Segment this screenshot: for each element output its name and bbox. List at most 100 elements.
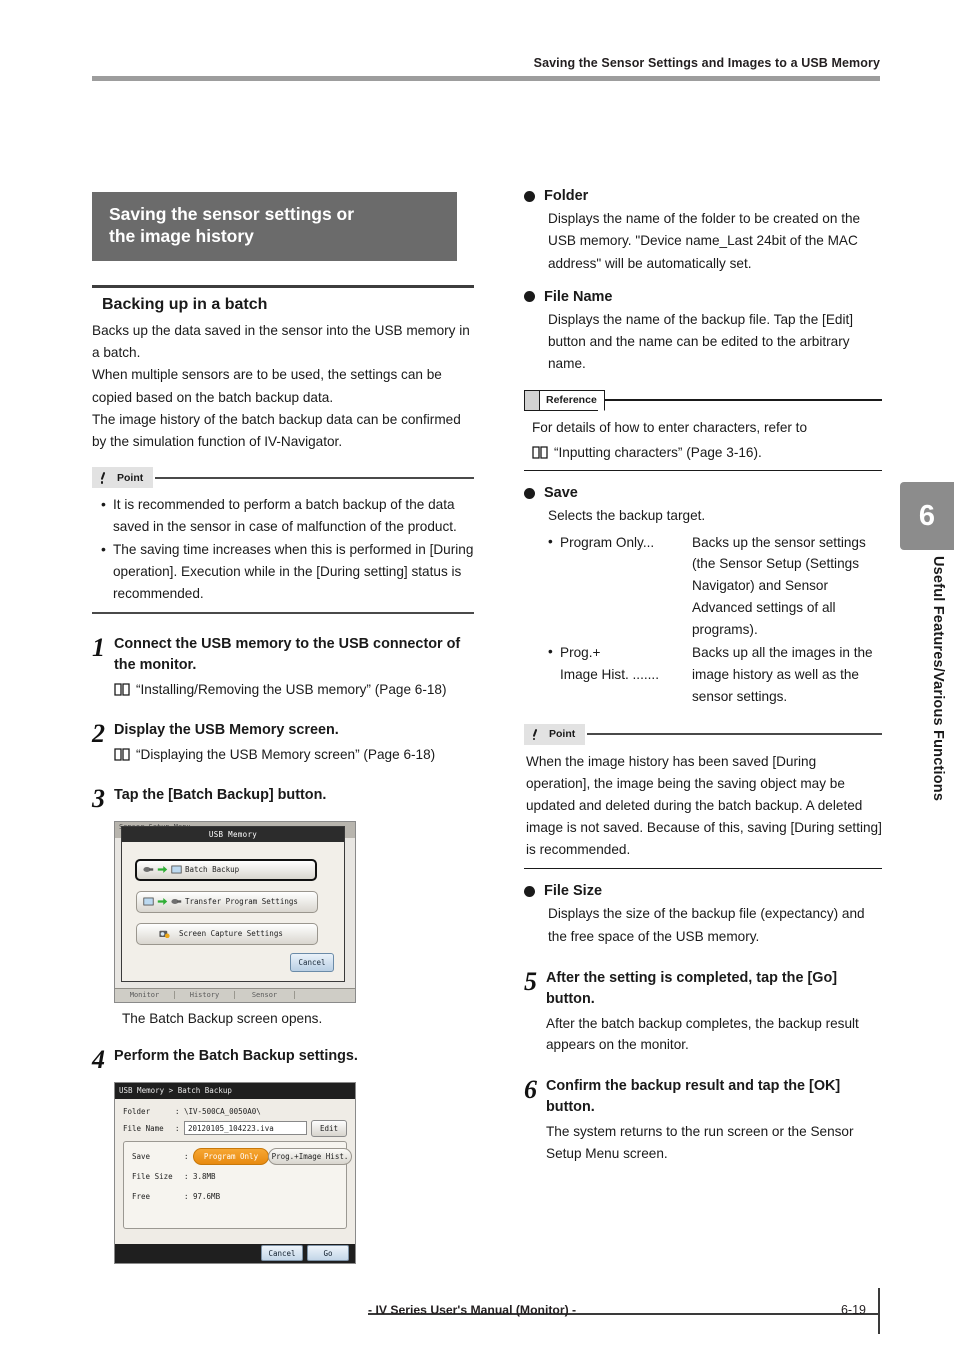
free-value: 97.6MB: [193, 1192, 221, 1202]
step-body: The system returns to the run screen or …: [546, 1123, 854, 1161]
reference-callout-head: Reference: [524, 389, 882, 411]
file-name-heading: File Name: [524, 289, 882, 305]
save-option-row: Prog.+ Image Hist. ....... Backs up all …: [548, 641, 882, 707]
folder-label: Folder: [123, 1106, 151, 1116]
file-size-body: Displays the size of the backup file (ex…: [548, 906, 865, 944]
save-label: Save: [132, 1152, 151, 1162]
reference-tag-rule: [604, 399, 882, 401]
manual-page: Saving the Sensor Settings and Images to…: [0, 0, 954, 1348]
transfer-program-settings-button[interactable]: Transfer Program Settings: [136, 890, 318, 913]
footer-manual-title: - IV Series User's Manual (Monitor) -: [368, 1303, 577, 1317]
header-rule: [92, 76, 880, 81]
tab-history[interactable]: History: [175, 991, 235, 1000]
save-option-term: Prog.+ Image Hist. .......: [548, 641, 692, 707]
file-size-title: File Size: [544, 883, 603, 900]
bullet-dot-icon: [524, 291, 535, 303]
book-reference: “Inputting characters” (Page 3-16).: [532, 442, 882, 463]
cancel-button[interactable]: Cancel: [261, 1245, 303, 1262]
save-option-prog-image-hist[interactable]: Prog.+Image Hist.: [268, 1148, 352, 1166]
batch-backup-footer: Cancel Go: [115, 1243, 355, 1263]
save-option-dots: .......: [632, 667, 659, 683]
edit-button[interactable]: Edit: [311, 1119, 347, 1137]
batch-backup-button[interactable]: Batch Backup: [135, 858, 317, 881]
save-option-term-text: Prog.+ Image Hist.: [560, 645, 629, 683]
save-segmented-control: Program Only Prog.+Image Hist.: [193, 1148, 352, 1166]
screen-capture-settings-button[interactable]: Screen Capture Settings: [136, 922, 318, 945]
save-option-desc: Backs up all the images in the image his…: [692, 645, 873, 704]
reference-swatch-icon: [525, 390, 540, 410]
free-label: Free: [132, 1192, 151, 1202]
book-reference-text: “Installing/Removing the USB memory” (Pa…: [136, 681, 447, 697]
point-callout-foot: [524, 867, 882, 870]
folder-body: Displays the name of the folder to be cr…: [548, 211, 861, 271]
tab-monitor[interactable]: Monitor: [115, 991, 175, 1000]
file-name-title: File Name: [544, 288, 613, 305]
screenshot-usb-memory: Sensor Setup Menu USB Memory Batch Backu…: [114, 820, 474, 1003]
chapter-title: Useful Features/Various Functions: [930, 556, 946, 802]
left-column: Saving the sensor settings or the image …: [92, 192, 474, 1264]
book-icon: [532, 446, 548, 459]
monitor-icon: [143, 897, 154, 906]
point-callout-head: Point: [524, 723, 882, 745]
save-title: Save: [544, 485, 578, 502]
file-name-label: File Name: [123, 1123, 164, 1133]
step-6: 6 Confirm the backup result and tap the …: [524, 1076, 882, 1164]
save-row: Save : Program Only Prog.+Image Hist.: [124, 1147, 352, 1167]
point-tag: Point: [92, 467, 154, 489]
dialog-title: USB Memory: [122, 826, 344, 842]
save-option-program-only[interactable]: Program Only: [193, 1148, 269, 1166]
save-intro: Selects the backup target.: [548, 508, 706, 524]
folder-row: Folder : \IV-500CA_0050A0\: [115, 1103, 355, 1120]
file-size-value: 3.8MB: [193, 1172, 216, 1182]
reference-callout-foot: [524, 469, 882, 472]
settings-panel: Save : Program Only Prog.+Image Hist. Fi…: [123, 1140, 352, 1229]
step-title: Perform the Batch Backup settings.: [114, 1047, 358, 1064]
file-name-row: File Name : 20120105_104223.iva Edit: [115, 1119, 355, 1137]
go-button[interactable]: Go: [307, 1245, 349, 1262]
colon: :: [184, 1192, 189, 1202]
tab-sensor[interactable]: Sensor: [235, 991, 295, 1000]
chapter-tab: 6: [900, 482, 954, 550]
save-heading: Save: [524, 485, 882, 501]
step-number: 6: [524, 1075, 537, 1105]
save-option-term: Program Only...: [548, 531, 692, 641]
reference-callout-body: For details of how to enter characters, …: [532, 417, 882, 463]
point-tag-rule: [155, 476, 474, 479]
running-header: Saving the Sensor Settings and Images to…: [533, 56, 880, 70]
step-body: After the batch backup completes, the ba…: [546, 1015, 859, 1053]
point-tag-label: Point: [549, 728, 576, 741]
reference-callout: Reference For details of how to enter ch…: [524, 389, 882, 472]
step-5: 5 After the setting is completed, tap th…: [524, 968, 882, 1056]
point-tag-label: Point: [117, 471, 144, 484]
file-size-row: File Size : 3.8MB: [124, 1167, 346, 1187]
free-row: Free : 97.6MB: [124, 1187, 346, 1207]
camera-gear-icon: [159, 931, 170, 939]
folder-heading: Folder: [524, 188, 882, 204]
save-option-dots: ...: [642, 534, 655, 550]
book-reference-text: “Inputting characters” (Page 3-16).: [554, 444, 762, 460]
step-3: 3 Tap the [Batch Backup] button.: [92, 785, 474, 812]
monitor-icon: [171, 865, 182, 874]
arrow-right-icon: [157, 866, 168, 874]
book-icon: [114, 748, 130, 761]
book-reference: “Installing/Removing the USB memory” (Pa…: [114, 679, 474, 700]
step-number: 5: [524, 966, 537, 996]
bullet-dot-icon: [524, 885, 535, 897]
step-4: 4 Perform the Batch Backup settings.: [92, 1046, 474, 1073]
subsection-title: Backing up in a batch: [102, 295, 268, 313]
point-callout-left: Point It is recommended to perform a bat…: [92, 467, 474, 615]
step-3-caption: The Batch Backup screen opens.: [122, 1010, 323, 1026]
step-title: Display the USB Memory screen.: [114, 721, 339, 738]
save-option-term-text: Program Only: [560, 534, 643, 550]
step-number: 4: [92, 1044, 105, 1074]
book-icon: [114, 683, 130, 696]
step-title: After the setting is completed, tap the …: [546, 969, 838, 1007]
cancel-button[interactable]: Cancel: [290, 952, 334, 972]
colon: :: [175, 1123, 180, 1133]
point-item: It is recommended to perform a batch bac…: [100, 493, 474, 538]
step-title: Confirm the backup result and tap the [O…: [546, 1078, 841, 1115]
step-title: Connect the USB memory to the USB connec…: [114, 636, 461, 674]
step-number: 2: [92, 718, 105, 748]
file-name-input[interactable]: 20120105_104223.iva: [184, 1121, 307, 1136]
usb-memory-dialog: USB Memory Batch Backup Transfer Program…: [121, 825, 345, 982]
